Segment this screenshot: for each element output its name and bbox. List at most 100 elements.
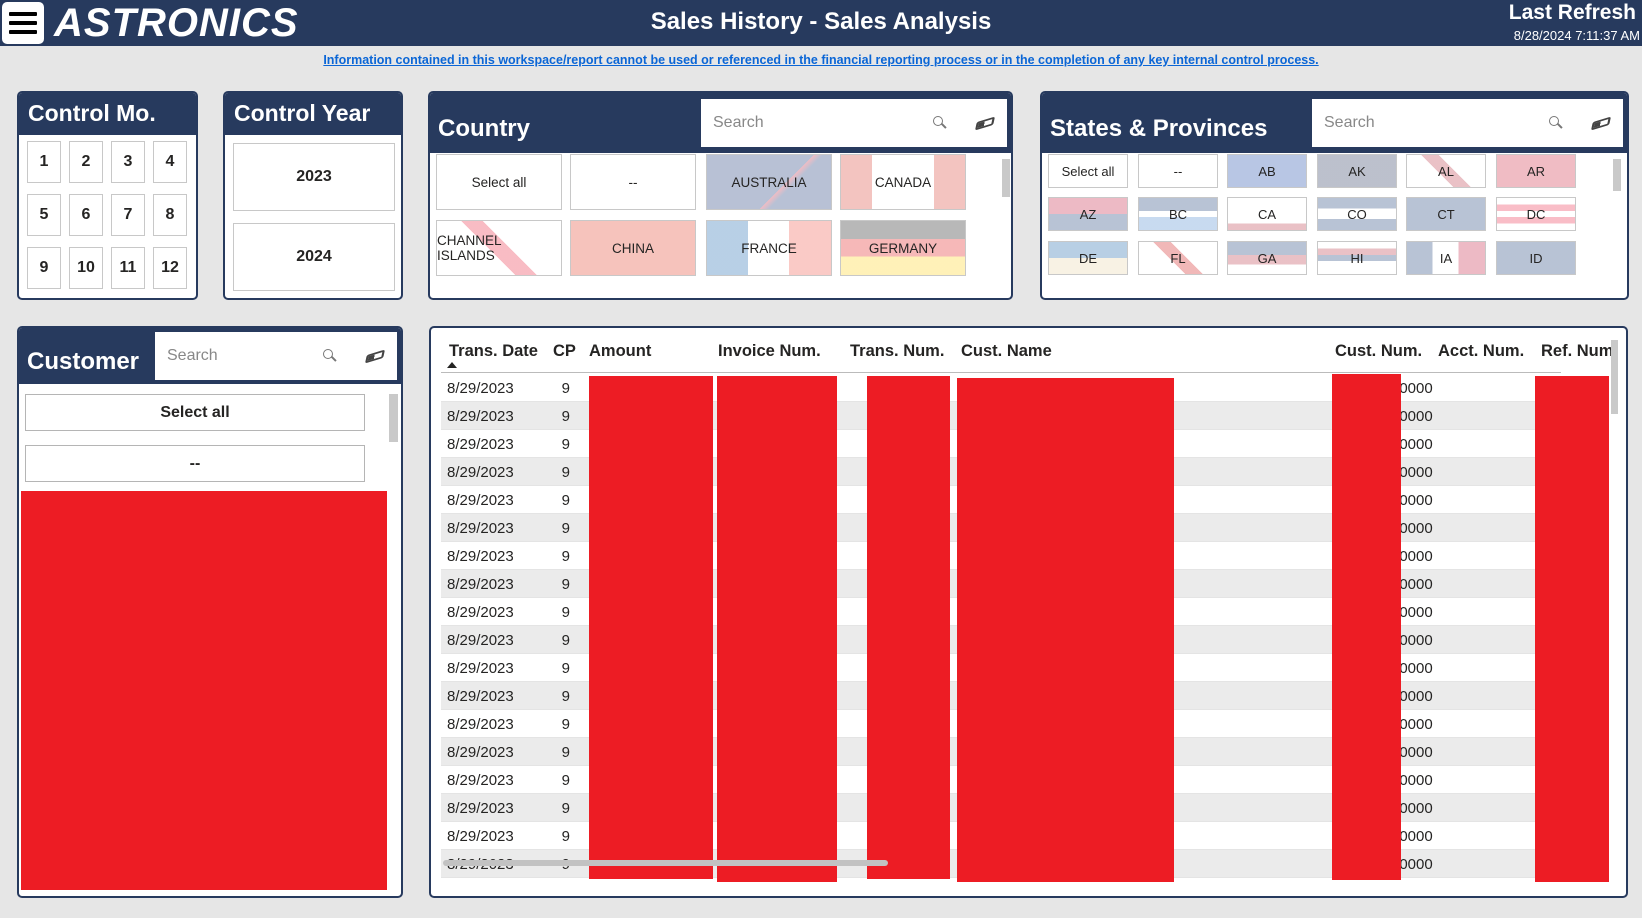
state-option-az[interactable]: AZ bbox=[1048, 197, 1128, 231]
states-scrollbar[interactable] bbox=[1613, 159, 1621, 191]
month-option-1[interactable]: 1 bbox=[27, 141, 61, 183]
state-option-label: HI bbox=[1350, 250, 1364, 266]
country-option-select-all[interactable]: Select all bbox=[436, 154, 562, 210]
state-option-bc[interactable]: BC bbox=[1138, 197, 1218, 231]
state-option-al[interactable]: AL bbox=[1406, 154, 1486, 188]
month-option-9[interactable]: 9 bbox=[27, 247, 61, 289]
control-month-slicer: Control Mo. 1 2 3 4 5 6 7 8 9 10 11 12 bbox=[17, 91, 198, 300]
state-option-hi[interactable]: HI bbox=[1317, 241, 1397, 275]
col-cp[interactable]: CP bbox=[553, 342, 576, 361]
cp-cell: 9 bbox=[561, 436, 570, 453]
col-cust-name[interactable]: Cust. Name bbox=[961, 342, 1052, 361]
month-option-3[interactable]: 3 bbox=[111, 141, 145, 183]
clear-selection-eraser-icon[interactable] bbox=[365, 349, 385, 363]
col-trans-num[interactable]: Trans. Num. bbox=[850, 342, 944, 361]
state-option-label: AK bbox=[1348, 163, 1366, 179]
country-option-australia[interactable]: AUSTRALIA bbox=[706, 154, 832, 210]
state-option-ct[interactable]: CT bbox=[1406, 197, 1486, 231]
state-option-label: AB bbox=[1258, 163, 1276, 179]
top-header-bar: ASTRONICS Sales History - Sales Analysis… bbox=[0, 0, 1642, 46]
col-trans-date[interactable]: Trans. Date bbox=[449, 342, 538, 361]
country-option-blank[interactable]: -- bbox=[570, 154, 696, 210]
country-option-canada[interactable]: CANADA bbox=[840, 154, 966, 210]
month-option-11[interactable]: 11 bbox=[111, 247, 145, 289]
country-option-label: Select all bbox=[471, 174, 527, 190]
customer-select-all[interactable]: Select all bbox=[25, 394, 365, 431]
country-option-label: AUSTRALIA bbox=[731, 174, 807, 190]
state-option-label: DE bbox=[1078, 250, 1098, 266]
state-option-ia[interactable]: IA bbox=[1406, 241, 1486, 275]
trans-date-cell: 8/29/2023 bbox=[447, 828, 514, 845]
clear-selection-eraser-icon[interactable] bbox=[975, 116, 995, 130]
search-icon[interactable] bbox=[323, 349, 337, 363]
state-option-select-all[interactable]: Select all bbox=[1048, 154, 1128, 188]
states-search-input[interactable]: Search bbox=[1312, 99, 1623, 147]
customer-scrollbar[interactable] bbox=[389, 394, 398, 442]
country-option-channel-islands[interactable]: CHANNEL ISLANDS bbox=[436, 220, 562, 276]
country-option-china[interactable]: CHINA bbox=[570, 220, 696, 276]
search-icon[interactable] bbox=[1549, 116, 1563, 130]
country-option-france[interactable]: FRANCE bbox=[706, 220, 832, 276]
month-option-4[interactable]: 4 bbox=[153, 141, 187, 183]
year-option-2023[interactable]: 2023 bbox=[233, 143, 395, 211]
state-option-ga[interactable]: GA bbox=[1227, 241, 1307, 275]
state-option-de[interactable]: DE bbox=[1048, 241, 1128, 275]
trans-date-cell: 8/29/2023 bbox=[447, 800, 514, 817]
year-option-2024[interactable]: 2024 bbox=[233, 223, 395, 291]
control-month-grid: 1 2 3 4 5 6 7 8 9 10 11 12 bbox=[27, 141, 187, 289]
customer-list-redacted bbox=[21, 491, 387, 890]
cust-num-column-redacted bbox=[1332, 374, 1401, 880]
control-year-title: Control Year bbox=[225, 93, 401, 135]
customer-option-blank[interactable]: -- bbox=[25, 445, 365, 482]
month-option-6[interactable]: 6 bbox=[69, 194, 103, 236]
control-year-slicer: Control Year 2023 2024 bbox=[223, 91, 403, 300]
amount-column-redacted bbox=[589, 376, 713, 879]
month-option-10[interactable]: 10 bbox=[69, 247, 103, 289]
col-ref-num[interactable]: Ref. Num bbox=[1541, 342, 1613, 361]
month-option-12[interactable]: 12 bbox=[153, 247, 187, 289]
table-vertical-scrollbar[interactable] bbox=[1611, 340, 1618, 414]
month-option-8[interactable]: 8 bbox=[153, 194, 187, 236]
cp-cell: 9 bbox=[561, 492, 570, 509]
col-cust-num[interactable]: Cust. Num. bbox=[1335, 342, 1422, 361]
month-option-2[interactable]: 2 bbox=[69, 141, 103, 183]
search-icon[interactable] bbox=[933, 116, 947, 130]
country-option-label: -- bbox=[628, 174, 638, 190]
state-option-fl[interactable]: FL bbox=[1138, 241, 1218, 275]
sort-ascending-icon[interactable] bbox=[447, 362, 457, 368]
state-option-ab[interactable]: AB bbox=[1227, 154, 1307, 188]
disclaimer-link[interactable]: Information contained in this workspace/… bbox=[0, 53, 1642, 67]
country-search-placeholder: Search bbox=[713, 114, 764, 131]
trans-date-cell: 8/29/2023 bbox=[447, 660, 514, 677]
cp-cell: 9 bbox=[561, 632, 570, 649]
col-amount[interactable]: Amount bbox=[589, 342, 651, 361]
state-option-label: ID bbox=[1529, 250, 1543, 266]
state-option-ak[interactable]: AK bbox=[1317, 154, 1397, 188]
country-search-input[interactable]: Search bbox=[701, 99, 1007, 147]
state-option-label: AL bbox=[1438, 163, 1454, 179]
state-option-id[interactable]: ID bbox=[1496, 241, 1576, 275]
state-option-label: AZ bbox=[1079, 206, 1097, 222]
country-scrollbar[interactable] bbox=[1002, 159, 1010, 197]
invoice-num-column-redacted bbox=[717, 376, 837, 882]
state-option-dc[interactable]: DC bbox=[1496, 197, 1576, 231]
state-option-ar[interactable]: AR bbox=[1496, 154, 1576, 188]
customer-title: Customer bbox=[27, 348, 140, 375]
state-option-blank[interactable]: -- bbox=[1138, 154, 1218, 188]
col-invoice-num[interactable]: Invoice Num. bbox=[718, 342, 821, 361]
country-option-germany[interactable]: GERMANY bbox=[840, 220, 966, 276]
states-provinces-slicer: States & Provinces Search Select all -- AB… bbox=[1040, 91, 1629, 300]
clear-selection-eraser-icon[interactable] bbox=[1591, 116, 1611, 130]
cp-cell: 9 bbox=[561, 576, 570, 593]
month-option-5[interactable]: 5 bbox=[27, 194, 61, 236]
state-option-ca[interactable]: CA bbox=[1227, 197, 1307, 231]
state-option-co[interactable]: CO bbox=[1317, 197, 1397, 231]
col-acct-num[interactable]: Acct. Num. bbox=[1438, 342, 1524, 361]
trans-date-cell: 8/29/2023 bbox=[447, 744, 514, 761]
month-option-7[interactable]: 7 bbox=[111, 194, 145, 236]
table-horizontal-scrollbar[interactable] bbox=[443, 860, 888, 866]
state-option-label: Select all bbox=[1061, 163, 1115, 179]
trans-date-cell: 8/29/2023 bbox=[447, 716, 514, 733]
trans-date-cell: 8/29/2023 bbox=[447, 464, 514, 481]
customer-search-input[interactable]: Search bbox=[155, 332, 397, 380]
